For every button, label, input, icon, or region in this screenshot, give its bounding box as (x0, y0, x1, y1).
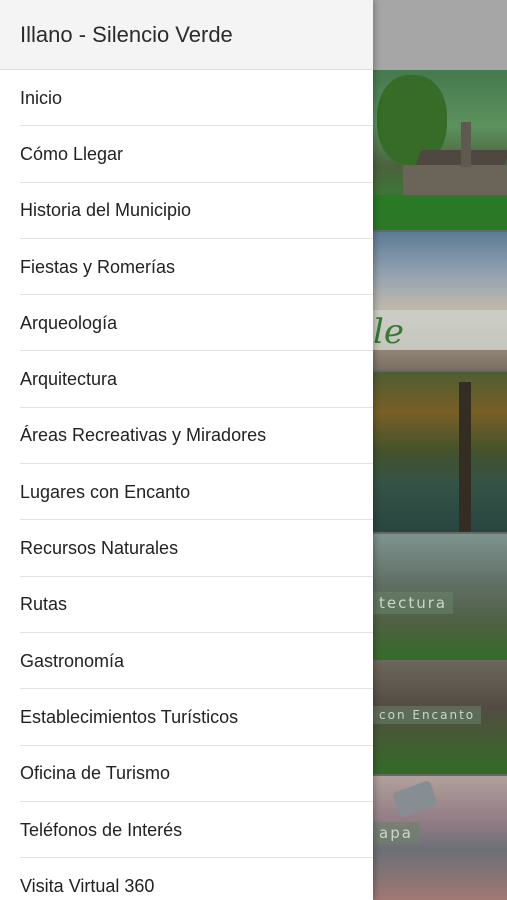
menu-item-label: Recursos Naturales (20, 538, 179, 559)
menu-item-arqueologia[interactable]: Arqueología (0, 295, 373, 352)
menu-item-oficina-turismo[interactable]: Oficina de Turismo (0, 746, 373, 803)
menu-item-arquitectura[interactable]: Arquitectura (0, 351, 373, 409)
menu-item-label: Lugares con Encanto (20, 481, 191, 502)
menu-item-areas-recreativas[interactable]: Áreas Recreativas y Miradores (0, 408, 373, 465)
menu-item-label: Cómo Llegar (20, 143, 124, 164)
menu-item-visita-virtual[interactable]: Visita Virtual 360 (0, 858, 373, 900)
menu-item-establecimientos[interactable]: Establecimientos Turísticos (0, 689, 373, 746)
drawer-title: Illano - Silencio Verde (20, 21, 233, 47)
menu-item-label: Fiestas y Romerías (20, 256, 176, 277)
menu-item-label: Visita Virtual 360 (20, 875, 155, 896)
menu-item-label: Rutas (20, 594, 68, 615)
drawer-menu: Inicio Cómo Llegar Historia del Municipi… (0, 70, 373, 900)
menu-item-label: Historia del Municipio (20, 200, 192, 221)
menu-item-label: Gastronomía (20, 650, 125, 671)
menu-item-historia[interactable]: Historia del Municipio (0, 183, 373, 240)
menu-item-label: Establecimientos Turísticos (20, 706, 239, 727)
menu-item-rutas[interactable]: Rutas (0, 577, 373, 634)
menu-item-lugares-encanto[interactable]: Lugares con Encanto (0, 464, 373, 521)
menu-item-label: Arquitectura (20, 369, 118, 390)
navigation-drawer: Illano - Silencio Verde Inicio Cómo Lleg… (0, 0, 373, 900)
menu-item-recursos-naturales[interactable]: Recursos Naturales (0, 520, 373, 577)
menu-item-fiestas[interactable]: Fiestas y Romerías (0, 239, 373, 296)
menu-item-label: Inicio (20, 87, 63, 108)
menu-item-label: Áreas Recreativas y Miradores (20, 425, 267, 446)
menu-item-inicio[interactable]: Inicio (0, 70, 373, 127)
drawer-header: Illano - Silencio Verde (0, 0, 373, 70)
menu-item-label: Oficina de Turismo (20, 763, 171, 784)
menu-item-label: Teléfonos de Interés (20, 819, 183, 840)
menu-item-telefonos[interactable]: Teléfonos de Interés (0, 802, 373, 859)
menu-item-gastronomia[interactable]: Gastronomía (0, 633, 373, 690)
menu-item-label: Arqueología (20, 312, 118, 333)
menu-item-como-llegar[interactable]: Cómo Llegar (0, 126, 373, 183)
